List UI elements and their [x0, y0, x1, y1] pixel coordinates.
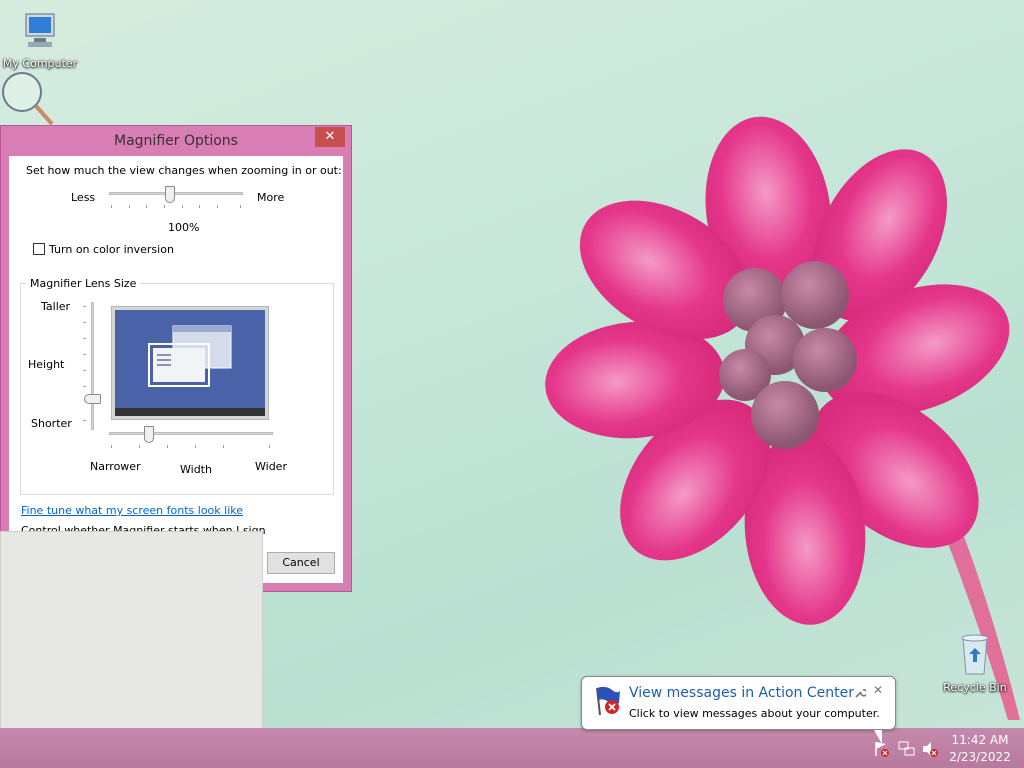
height-slider[interactable]	[83, 302, 107, 432]
width-label: Width	[180, 463, 212, 476]
zoom-prompt: Set how much the view changes when zoomi…	[26, 164, 342, 177]
network-icon[interactable]	[898, 740, 916, 758]
notification-tail	[874, 730, 882, 744]
desktop-icon-recycle-bin[interactable]: Recycle Bin	[935, 632, 1015, 694]
zoom-more-label: More	[257, 191, 285, 204]
color-inversion-checkbox[interactable]	[33, 243, 45, 255]
close-icon: ✕	[324, 129, 336, 144]
height-slider-thumb[interactable]	[84, 394, 101, 404]
my-computer-label: My Computer	[2, 57, 78, 70]
notification-close-button[interactable]: ✕	[873, 683, 883, 697]
color-inversion-label: Turn on color inversion	[49, 243, 174, 256]
action-center-notification[interactable]: View messages in Action Center Click to …	[581, 676, 896, 744]
height-label: Height	[28, 358, 65, 371]
recycle-bin-icon	[961, 634, 989, 675]
close-button[interactable]: ✕	[315, 127, 345, 147]
lens-size-group-title: Magnifier Lens Size	[26, 277, 141, 290]
taskbar: 11:42 AM 2/23/2022	[0, 728, 1024, 768]
wrench-icon[interactable]	[854, 687, 866, 699]
computer-icon	[25, 13, 55, 47]
dialog-title: Magnifier Options	[114, 133, 238, 149]
clock-date[interactable]: 2/23/2022	[944, 750, 1016, 764]
magnifier-lens-icon	[2, 72, 54, 126]
notification-body: Click to view messages about your comput…	[629, 707, 880, 720]
notification-close-icon: ✕	[873, 683, 884, 697]
width-narrower-label: Narrower	[90, 460, 141, 473]
height-shorter-label: Shorter	[31, 417, 72, 430]
zoom-value: 100%	[168, 221, 200, 234]
magnifier-options-dialog: Magnifier Options ✕ Set how much the vie…	[0, 125, 352, 592]
zoom-less-label: Less	[71, 191, 96, 204]
cancel-button[interactable]: Cancel	[267, 552, 335, 574]
height-taller-label: Taller	[41, 300, 71, 313]
fine-tune-fonts-link[interactable]: Fine tune what my screen fonts look like	[21, 504, 243, 517]
wallpaper-flower	[545, 116, 1020, 720]
width-slider[interactable]	[109, 426, 275, 448]
zoom-slider[interactable]	[109, 186, 243, 210]
width-slider-thumb[interactable]	[144, 426, 154, 443]
zoom-slider-thumb[interactable]	[165, 186, 175, 203]
recycle-bin-label: Recycle Bin	[943, 681, 1007, 694]
lens-preview-image	[111, 306, 269, 420]
width-wider-label: Wider	[255, 460, 287, 473]
dialog-client-area: Set how much the view changes when zoomi…	[9, 156, 343, 583]
volume-muted-icon[interactable]	[921, 740, 939, 758]
notification-title: View messages in Action Center	[629, 685, 854, 701]
clock-time[interactable]: 11:42 AM	[944, 733, 1016, 747]
desktop-icon-my-computer[interactable]: My Computer	[0, 10, 80, 70]
action-center-flag-icon-large	[596, 686, 620, 716]
